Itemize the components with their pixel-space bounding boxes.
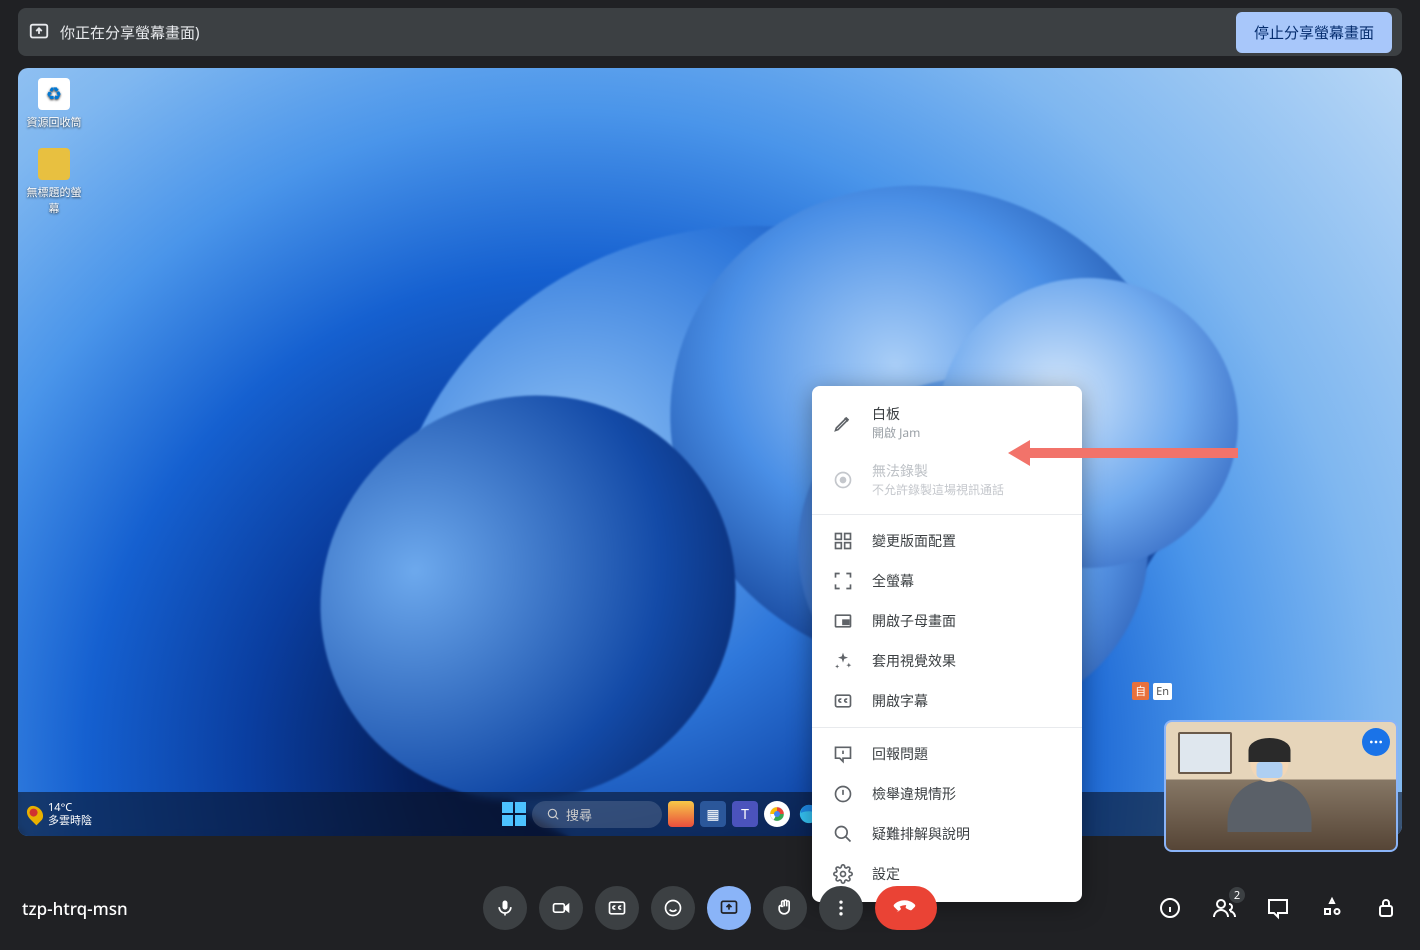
feedback-icon xyxy=(832,744,854,764)
more-options-button[interactable] xyxy=(819,886,863,930)
more-options-menu: 白板開啟 Jam 無法錄製不允許錄製這場視訊通話 變更版面配置 全螢幕 開啟子母… xyxy=(812,386,1082,902)
stop-sharing-button[interactable]: 停止分享螢幕畫面 xyxy=(1236,12,1392,53)
taskbar-app xyxy=(668,801,694,827)
start-button xyxy=(502,802,526,826)
meeting-code: tzp-htrq-msn xyxy=(22,897,128,920)
taskbar-search: 搜尋 xyxy=(532,801,662,828)
recycle-bin-icon: ♻ 資源回收筒 xyxy=(26,78,82,130)
taskbar-app xyxy=(764,801,790,827)
menu-troubleshoot[interactable]: 疑難排解與說明 xyxy=(812,814,1082,854)
mic-button[interactable] xyxy=(483,886,527,930)
self-view-tile[interactable] xyxy=(1164,720,1398,852)
reactions-button[interactable] xyxy=(651,886,695,930)
meeting-info-button[interactable] xyxy=(1154,892,1186,924)
present-icon xyxy=(28,21,50,43)
cc-icon xyxy=(832,691,854,711)
taskbar-app: ▦ xyxy=(700,801,726,827)
desktop-icon-label: 無標題的螢幕 xyxy=(27,185,82,216)
menu-fullscreen[interactable]: 全螢幕 xyxy=(812,561,1082,601)
menu-picture-in-picture[interactable]: 開啟子母畫面 xyxy=(812,601,1082,641)
menu-captions[interactable]: 開啟字幕 xyxy=(812,681,1082,721)
annotation-arrow-icon xyxy=(1008,440,1030,466)
layout-icon xyxy=(832,531,854,551)
pip-icon xyxy=(832,611,854,631)
annotation-arrow-shaft xyxy=(1028,448,1238,458)
share-banner: 你正在分享螢幕畫面) 停止分享螢幕畫面 xyxy=(18,8,1402,56)
menu-visual-effects[interactable]: 套用視覺效果 xyxy=(812,641,1082,681)
end-call-button[interactable] xyxy=(875,886,937,930)
self-view-more-icon[interactable] xyxy=(1362,728,1390,756)
participants-button[interactable]: 2 xyxy=(1208,892,1240,924)
warning-icon xyxy=(832,784,854,804)
raise-hand-button[interactable] xyxy=(763,886,807,930)
camera-button[interactable] xyxy=(539,886,583,930)
taskbar-app: T xyxy=(732,801,758,827)
fullscreen-icon xyxy=(832,571,854,591)
menu-record-disabled: 無法錄製不允許錄製這場視訊通話 xyxy=(812,451,1082,508)
desktop-folder-icon: 無標題的螢幕 xyxy=(26,148,82,216)
meeting-controls: tzp-htrq-msn 2 xyxy=(0,866,1420,950)
menu-report-abuse[interactable]: 檢舉違規情形 xyxy=(812,774,1082,814)
present-button[interactable] xyxy=(707,886,751,930)
participant-count-badge: 2 xyxy=(1228,886,1246,904)
share-text: 你正在分享螢幕畫面) xyxy=(60,22,200,43)
chat-button[interactable] xyxy=(1262,892,1294,924)
pencil-icon xyxy=(832,413,854,433)
menu-whiteboard[interactable]: 白板開啟 Jam xyxy=(812,394,1082,451)
sparkle-icon xyxy=(832,651,854,671)
menu-report-problem[interactable]: 回報問題 xyxy=(812,734,1082,774)
menu-change-layout[interactable]: 變更版面配置 xyxy=(812,521,1082,561)
weather-widget: 14°C 多雲時陰 xyxy=(28,801,92,827)
ime-indicator: 自 En xyxy=(1132,682,1172,700)
help-icon xyxy=(832,824,854,844)
record-icon xyxy=(832,470,854,490)
desktop-icon-label: 資源回收筒 xyxy=(27,115,82,130)
activities-button[interactable] xyxy=(1316,892,1348,924)
captions-button[interactable] xyxy=(595,886,639,930)
host-controls-button[interactable] xyxy=(1370,892,1402,924)
